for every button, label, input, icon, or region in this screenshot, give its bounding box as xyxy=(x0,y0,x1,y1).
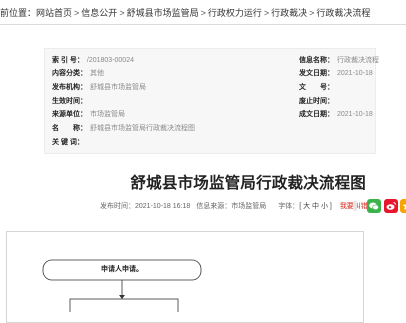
flow-arrow xyxy=(119,295,125,299)
flow-next-box xyxy=(69,298,179,312)
flow-start-label: 申请人申请。 xyxy=(101,266,143,273)
